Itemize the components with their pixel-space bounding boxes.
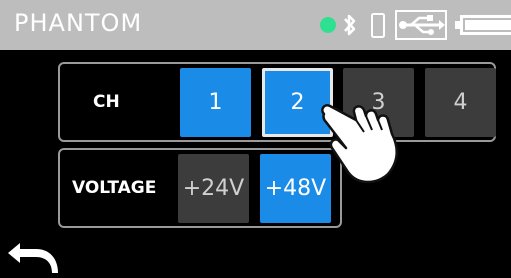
phone-icon: [371, 13, 385, 38]
channel-label: CH: [93, 92, 120, 112]
status-dot-icon: [320, 17, 336, 33]
header-bar: PHANTOM: [0, 0, 511, 50]
battery-level: [465, 20, 511, 30]
channel-1-button[interactable]: 1: [180, 68, 251, 137]
channel-4-button[interactable]: 4: [425, 68, 496, 137]
back-arrow-icon[interactable]: [6, 237, 64, 275]
page-title: PHANTOM: [14, 9, 143, 37]
battery-icon: [455, 15, 511, 35]
voltage-24v-button[interactable]: +24V: [178, 154, 249, 223]
voltage-label: VOLTAGE: [72, 178, 157, 198]
bluetooth-icon: [344, 14, 356, 36]
pointing-hand-icon: [321, 104, 398, 184]
usb-icon: [395, 10, 447, 40]
